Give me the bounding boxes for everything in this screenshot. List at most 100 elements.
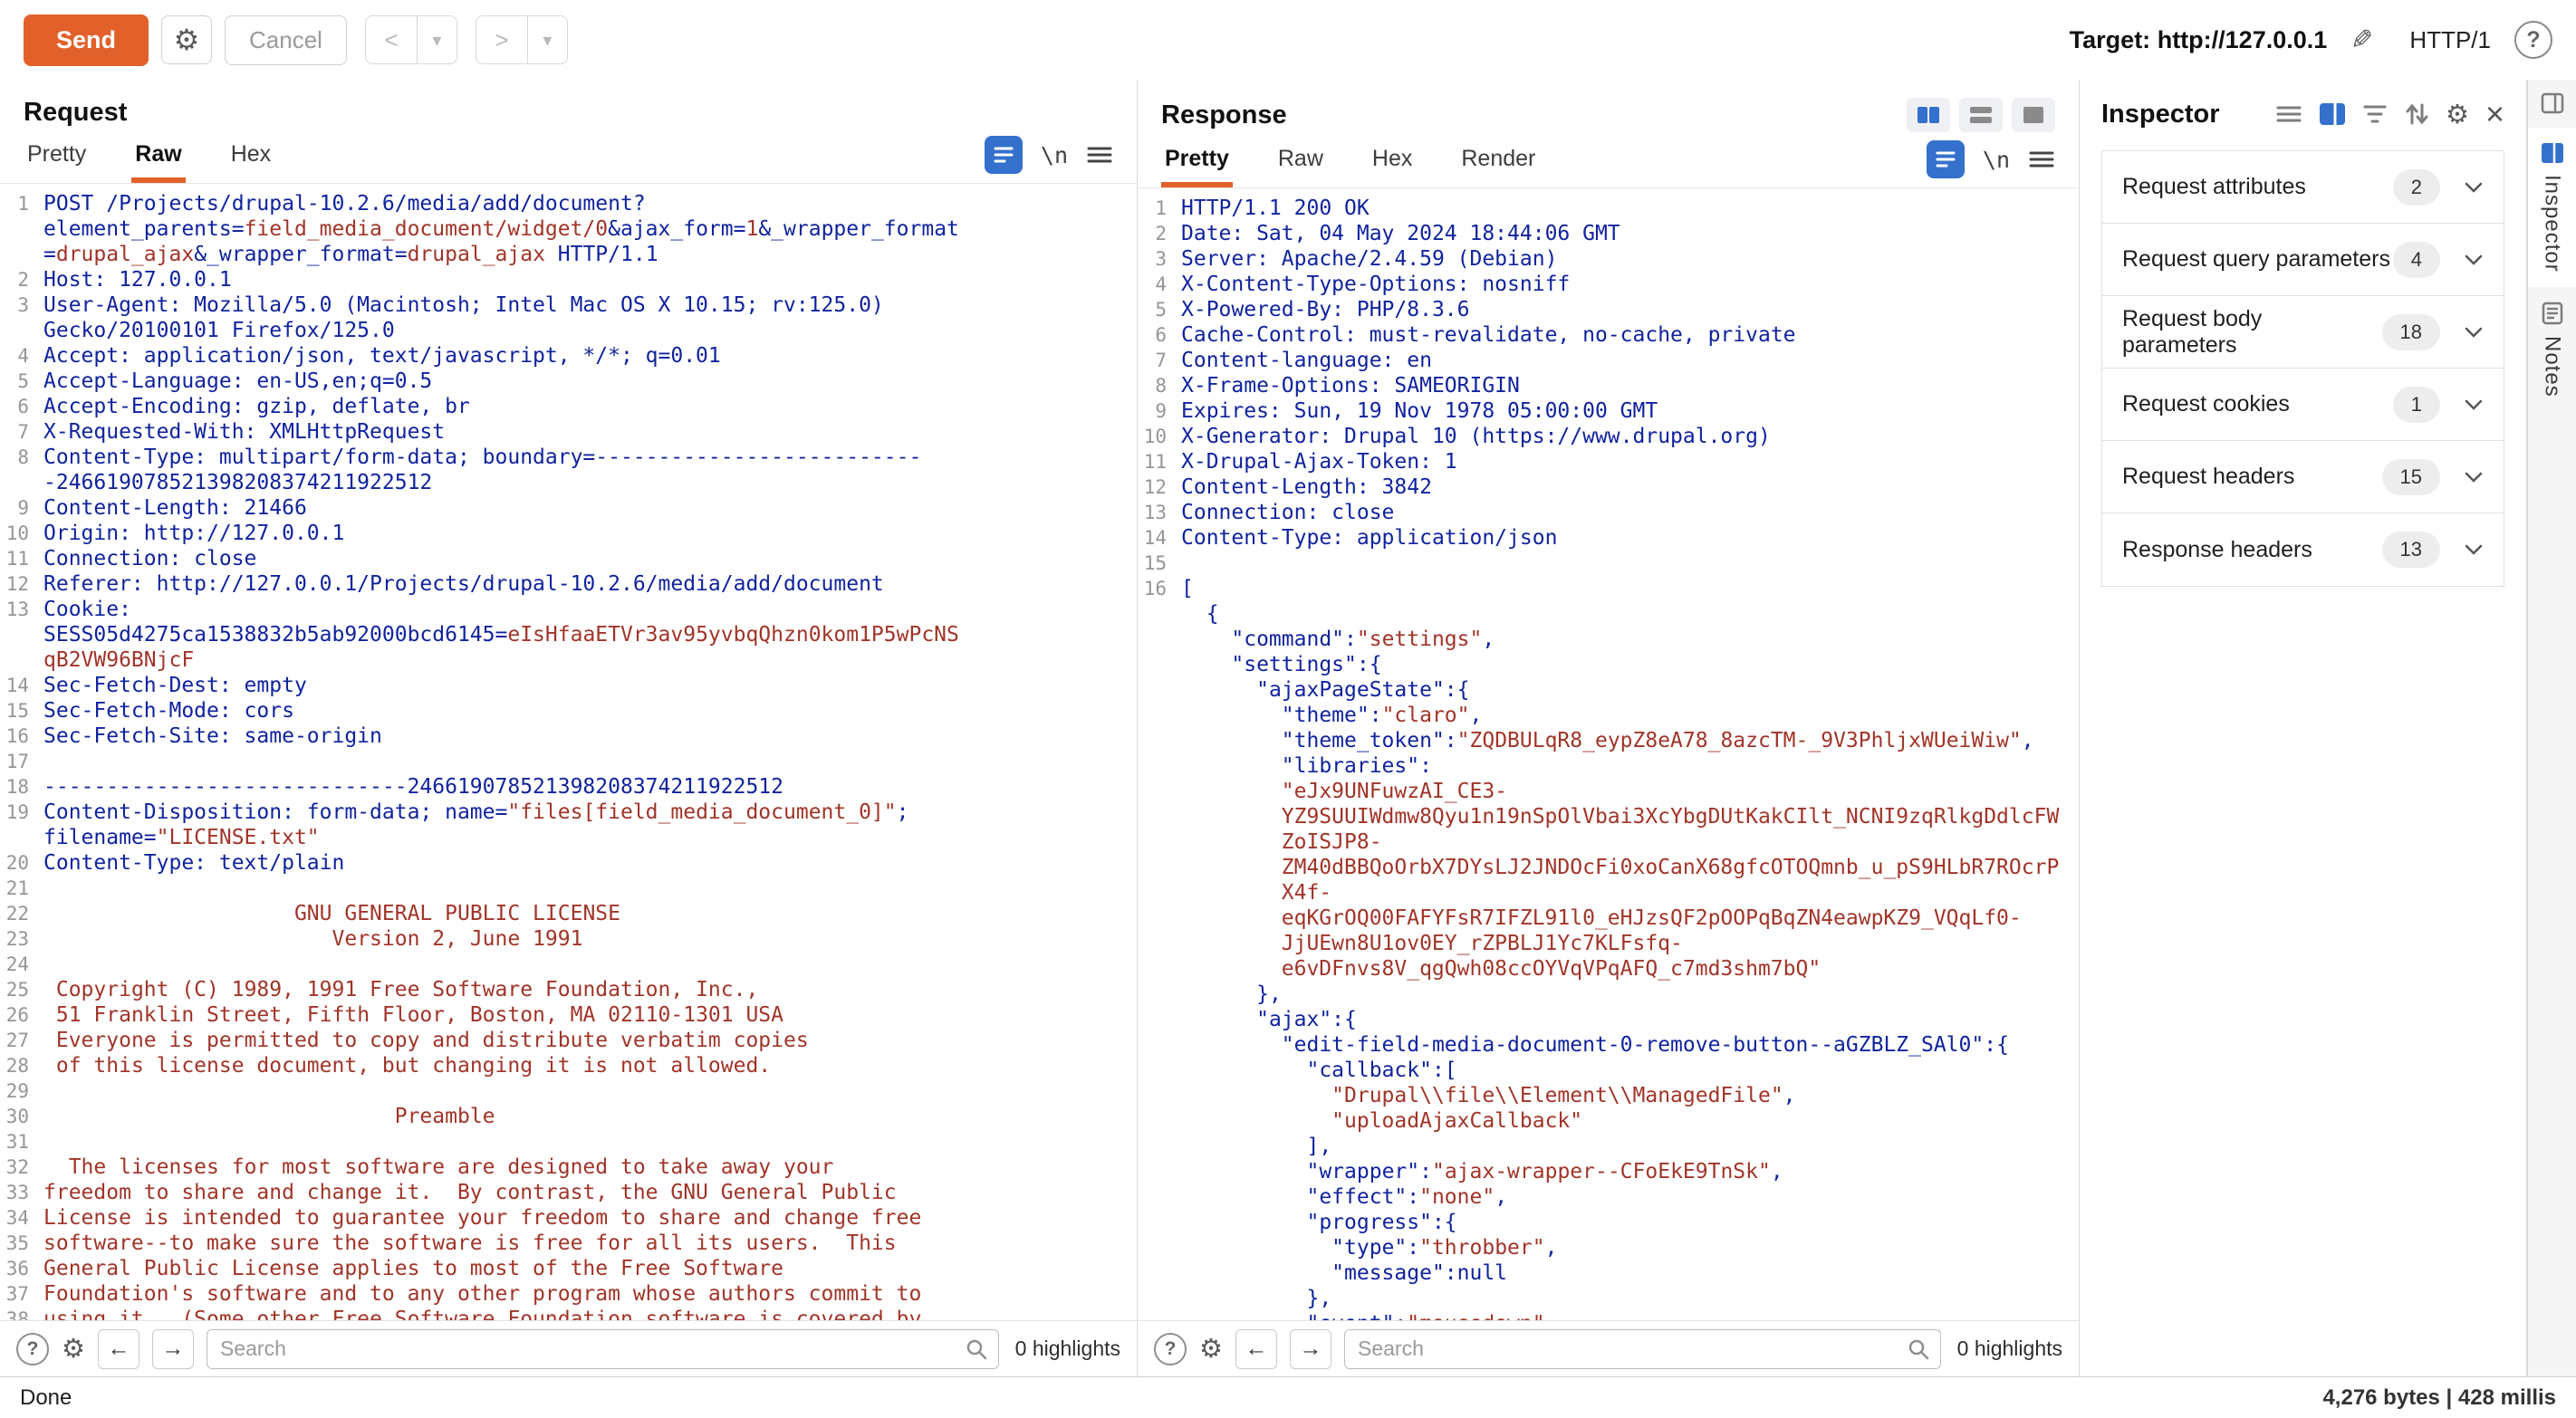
close-icon[interactable]: × [2485,98,2504,130]
code-line: 8Content-Type: multipart/form-data; boun… [0,445,1137,495]
editor-menu-button[interactable] [1086,144,1113,166]
tab-pretty[interactable]: Pretty [24,130,90,183]
edit-target-icon[interactable]: ✎ [2350,24,2373,56]
line-number [1138,703,1181,728]
line-number: 17 [0,749,43,774]
show-nonprintables-button[interactable]: \n [1041,142,1068,168]
tab-raw[interactable]: Raw [131,130,185,183]
inspector-section-request-body-parameters[interactable]: Request body parameters18 [2102,296,2504,369]
tab-hex[interactable]: Hex [227,130,274,183]
code-line: 33freedom to share and change it. By con… [0,1180,1137,1205]
show-nonprintables-button[interactable]: \n [1983,147,2010,173]
count-badge: 13 [2382,532,2440,568]
help-icon[interactable]: ? [16,1333,49,1365]
tab-hex[interactable]: Hex [1369,135,1416,187]
editor-menu-button[interactable] [2028,149,2055,170]
code-line: "edit-field-media-document-0-remove-butt… [1138,1032,2079,1058]
search-settings-gear-icon[interactable]: ⚙ [1199,1333,1223,1365]
request-editor[interactable]: 1POST /Projects/drupal-10.2.6/media/add/… [0,184,1137,1320]
code-line: 17 [0,749,1137,774]
code-line: 9Content-Length: 21466 [0,495,1137,521]
line-number: 12 [0,571,43,597]
code-line: "effect":"none", [1138,1184,2079,1210]
wrap-toggle-button[interactable] [1927,140,1965,178]
line-number [1138,728,1181,753]
line-number [1138,1007,1181,1032]
help-icon[interactable]: ? [1154,1333,1187,1365]
code-line: 28 of this license document, but changin… [0,1053,1137,1078]
history-forward-button[interactable]: > [476,15,528,64]
response-tabs-row: Pretty Raw Hex Render \n [1138,136,2079,188]
chevron-down-icon [2464,471,2484,484]
send-button[interactable]: Send [24,14,149,66]
inspector-panel-view-button[interactable] [2319,102,2346,126]
chevron-down-icon [2464,254,2484,266]
response-editor-tools: \n [1927,140,2055,187]
code-line: 13Cookie: SESS05d4275ca1538832b5ab92000b… [0,597,1137,673]
inspector-section-request-cookies[interactable]: Request cookies1 [2102,369,2504,441]
line-number [1138,1286,1181,1311]
response-search [1344,1329,1941,1369]
code-line: 14Content-Type: application/json [1138,525,2079,551]
inspector-list-view-button[interactable] [2275,103,2302,125]
inspector-section-request-query-parameters[interactable]: Request query parameters4 [2102,224,2504,296]
rail-tab-notes[interactable]: Notes [2528,287,2576,412]
code-line: 37Foundation's software and to any other… [0,1281,1137,1307]
layout-columns-button[interactable] [1907,98,1950,132]
line-number [1138,1260,1181,1286]
tab-pretty[interactable]: Pretty [1161,135,1233,187]
code-line: 16[ [1138,576,2079,601]
next-match-button[interactable]: → [1290,1329,1331,1369]
single-layout-icon [2021,105,2046,125]
response-panel: Response PrettyRawHexRender [1138,80,2080,1376]
inspector-tab-icon [2541,142,2564,164]
dock-panel-button[interactable] [2541,87,2564,128]
inspector-section-request-attributes[interactable]: Request attributes2 [2102,151,2504,224]
line-number [1138,1210,1181,1235]
code-line: 11Connection: close [0,546,1137,571]
history-back-button[interactable]: < [365,15,418,64]
inspector-filter-button[interactable] [2362,102,2388,126]
inspector-settings-gear-icon[interactable]: ⚙ [2446,99,2469,130]
count-badge: 18 [2382,314,2440,350]
next-match-button[interactable]: → [152,1329,194,1369]
request-search-input[interactable] [207,1329,999,1369]
layout-rows-button[interactable] [1959,98,2003,132]
code-line: 2Date: Sat, 04 May 2024 18:44:06 GMT [1138,221,2079,246]
chevron-down-icon [2464,398,2484,411]
response-editor[interactable]: 1HTTP/1.1 200 OK2Date: Sat, 04 May 2024 … [1138,188,2079,1320]
response-search-input[interactable] [1344,1329,1941,1369]
line-number: 8 [0,445,43,495]
code-line: 13Connection: close [1138,500,2079,525]
help-icon[interactable]: ? [2514,21,2552,59]
chevron-down-icon [2464,543,2484,556]
http-version-label[interactable]: HTTP/1 [2409,26,2491,54]
dock-icon [2541,92,2564,114]
cancel-button[interactable]: Cancel [225,15,347,65]
send-settings-button[interactable]: ⚙ [161,15,212,64]
inspector-sort-button[interactable] [2404,101,2429,127]
layout-single-button[interactable] [2012,98,2055,132]
tab-raw[interactable]: Raw [1274,135,1327,187]
line-number: 36 [0,1256,43,1281]
line-number: 7 [0,419,43,445]
code-line: 34License is intended to guarantee your … [0,1205,1137,1231]
search-settings-gear-icon[interactable]: ⚙ [62,1333,85,1365]
count-badge: 15 [2382,459,2440,495]
tab-render[interactable]: Render [1457,135,1539,187]
wrap-toggle-button[interactable] [985,136,1023,174]
target-area: Target: http://127.0.0.1 ✎ HTTP/1 ? [2070,21,2552,59]
inspector-section-response-headers[interactable]: Response headers13 [2102,513,2504,586]
prev-match-button[interactable]: ← [1235,1329,1277,1369]
request-search [207,1329,999,1369]
line-number [1138,1235,1181,1260]
history-back-dropdown-button[interactable]: ▾ [418,15,457,64]
rows-layout-icon [1968,105,1994,125]
code-line: 3Server: Apache/2.4.59 (Debian) [1138,246,2079,272]
history-forward-dropdown-button[interactable]: ▾ [528,15,568,64]
rail-tab-inspector[interactable]: Inspector [2528,128,2576,287]
line-number: 37 [0,1281,43,1307]
code-line: 10Origin: http://127.0.0.1 [0,521,1137,546]
prev-match-button[interactable]: ← [98,1329,139,1369]
inspector-section-request-headers[interactable]: Request headers15 [2102,441,2504,513]
